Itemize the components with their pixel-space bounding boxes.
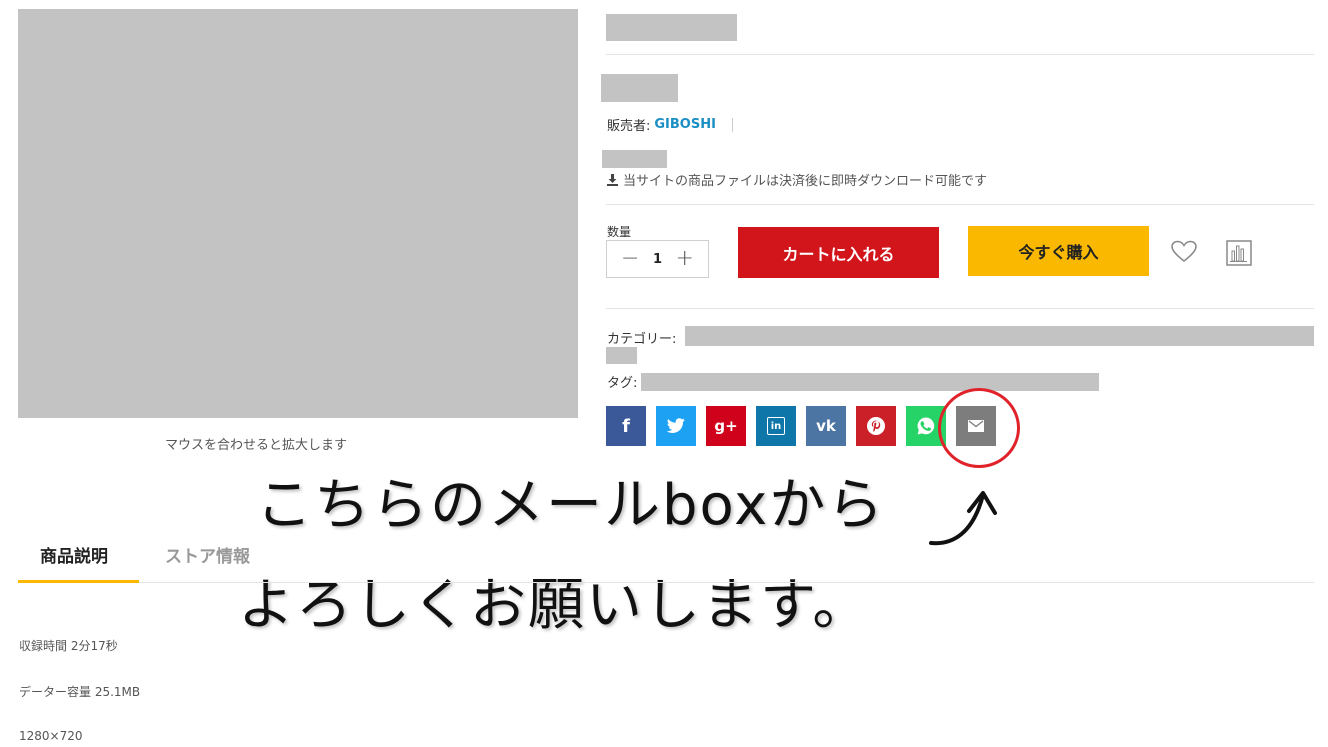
tabs-divider [18,582,1314,583]
tag-label: タグ: [607,376,638,391]
active-tab-indicator [18,580,139,583]
tab-store-info[interactable]: ストア情報 [165,542,250,567]
product-title-redacted [606,14,737,41]
quantity-plus-button[interactable]: + [676,248,694,270]
annotation-text-line1: こちらのメールboxから [256,473,886,538]
quantity-value[interactable]: 1 [653,252,662,267]
annotation-circle [938,388,1020,468]
twitter-icon [666,418,685,433]
annotation-arrow-icon [929,491,997,546]
add-to-cart-button[interactable]: カートに入れる [738,227,939,278]
zoom-hint: マウスを合わせると拡大します [165,438,348,453]
actions-divider [606,308,1314,309]
tab-description[interactable]: 商品説明 [40,542,108,567]
share-twitter-button[interactable] [656,406,696,446]
quantity-label: 数量 [607,225,632,239]
category-redacted [685,326,1314,346]
share-linkedin-button[interactable]: in [756,406,796,446]
category-label: カテゴリー: [607,332,677,347]
share-facebook-button[interactable]: f [606,406,646,446]
seller-info: 販売者: GIBOSHI [607,115,733,134]
product-image[interactable] [18,9,578,418]
google-plus-icon: g+ [714,417,738,435]
share-vk-button[interactable]: vk [806,406,846,446]
facebook-icon: f [622,415,630,437]
title-divider [606,54,1314,55]
pinterest-icon [867,417,885,435]
seller-label: 販売者: [607,119,651,134]
quantity-minus-button[interactable]: − [621,248,639,270]
annotation-text-line2: よろしくお願いします。 [238,573,871,638]
spec-duration: 収録時間 2分17秒 [19,639,118,653]
download-icon [607,174,618,186]
share-google-plus-button[interactable]: g+ [706,406,746,446]
product-info-redacted [602,150,667,168]
tags-redacted [641,373,1099,391]
whatsapp-icon [917,417,935,435]
download-note-text: 当サイトの商品ファイルは決済後に即時ダウンロード可能です [623,174,988,189]
info-divider [606,204,1314,205]
share-pinterest-button[interactable] [856,406,896,446]
buy-now-button[interactable]: 今すぐ購入 [968,226,1149,276]
linkedin-icon: in [767,417,785,435]
category-redacted-continued [606,347,637,364]
download-note: 当サイトの商品ファイルは決済後に即時ダウンロード可能です [606,170,987,189]
seller-separator [731,117,733,132]
spec-resolution: 1280×720 [19,729,83,743]
quantity-stepper[interactable]: − 1 + [606,240,709,278]
product-price-redacted [601,74,678,102]
heart-icon[interactable] [1171,240,1197,268]
seller-link[interactable]: GIBOSHI [654,117,716,132]
vk-icon: vk [816,417,836,435]
compare-icon[interactable] [1226,240,1252,270]
spec-data-size: データー容量 25.1MB [19,685,141,699]
